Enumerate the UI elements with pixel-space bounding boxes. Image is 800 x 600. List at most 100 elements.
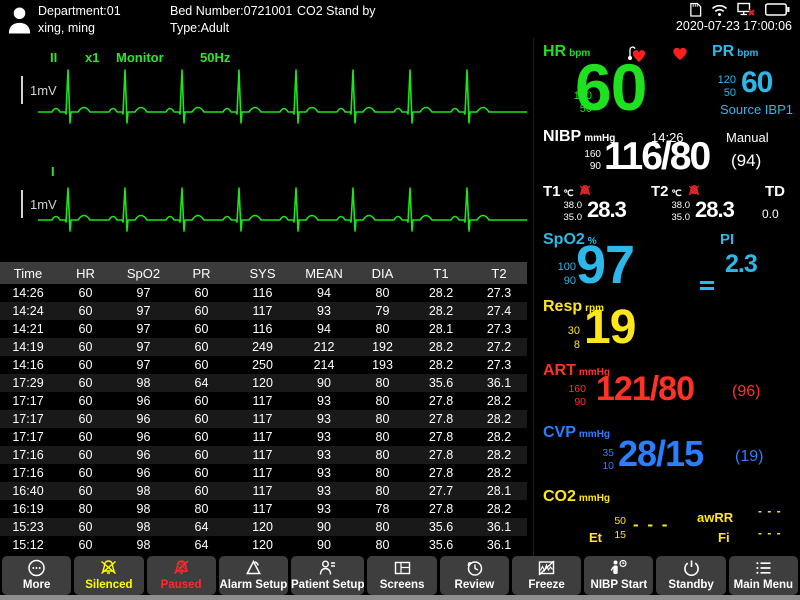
table-cell: 17:16 bbox=[12, 466, 44, 480]
resp-label: Resp bbox=[543, 298, 583, 315]
table-row[interactable]: 17:17 60 96 60 117 93 80 27.8 28.2 bbox=[0, 410, 527, 428]
patient-setup-icon bbox=[320, 560, 336, 575]
table-row[interactable]: 15:23 60 98 64 120 90 80 35.6 36.1 bbox=[0, 518, 527, 536]
pr-label: PR bbox=[712, 43, 735, 60]
table-cell: 80 bbox=[375, 448, 390, 462]
table-row[interactable]: 17:17 60 96 60 117 93 80 27.8 28.2 bbox=[0, 428, 527, 446]
table-cell: 97 bbox=[136, 358, 151, 372]
table-cell: 80 bbox=[375, 466, 390, 480]
table-cell: 27.3 bbox=[486, 322, 512, 336]
table-cell: 97 bbox=[136, 304, 151, 318]
table-row[interactable]: 16:19 80 98 80 117 93 78 27.8 28.2 bbox=[0, 500, 527, 518]
screens-icon bbox=[394, 561, 410, 575]
table-cell: 27.7 bbox=[428, 484, 454, 498]
table-cell: 60 bbox=[78, 520, 93, 534]
table-cell: 28.2 bbox=[486, 466, 512, 480]
top-bar[interactable]: Department:01 xing, ming Bed Number:0721… bbox=[0, 0, 800, 38]
table-cell: 60 bbox=[194, 358, 209, 372]
t1-high-limit: 38.0 bbox=[563, 200, 583, 211]
table-cell: 90 bbox=[317, 520, 331, 534]
table-row[interactable]: 17:16 60 96 60 117 93 80 27.8 28.2 bbox=[0, 464, 527, 482]
table-row[interactable]: 16:40 60 98 60 117 93 80 27.7 28.1 bbox=[0, 482, 527, 500]
patient-setup-button[interactable]: Patient Setup bbox=[291, 556, 365, 595]
table-cell: 60 bbox=[78, 304, 93, 318]
main-menu-button[interactable]: Main Menu bbox=[728, 556, 798, 595]
table-cell: 60 bbox=[78, 430, 93, 444]
table-row[interactable]: 17:16 60 96 60 117 93 80 27.8 28.2 bbox=[0, 446, 527, 464]
table-cell: 250 bbox=[252, 358, 273, 372]
main-menu-icon bbox=[756, 562, 771, 574]
art-value: 121/80 bbox=[596, 370, 695, 408]
table-cell: 27.8 bbox=[428, 412, 454, 426]
table-cell: 80 bbox=[375, 412, 390, 426]
trend-table-header: Time HR SpO2 PR SYS MEAN DIA T1 T2 bbox=[0, 262, 527, 284]
trend-table[interactable]: Time HR SpO2 PR SYS MEAN DIA T1 T2 14:26 60 97 60 11… bbox=[0, 262, 527, 554]
table-cell: 27.3 bbox=[486, 286, 512, 300]
table-cell: 16:19 bbox=[12, 502, 44, 516]
alarm-setup-button[interactable]: Alarm Setup bbox=[218, 556, 288, 595]
table-cell: 120 bbox=[252, 376, 273, 390]
column-header: HR bbox=[76, 265, 95, 281]
t2-label: T2 bbox=[651, 183, 669, 200]
trend-table-body: 14:26 60 97 60 116 94 80 28.2 27.3 14:24 60 97 60 117… bbox=[0, 284, 527, 554]
table-cell: 35.6 bbox=[428, 538, 454, 552]
silenced-button[interactable]: Silenced bbox=[74, 556, 144, 595]
table-cell: 60 bbox=[78, 286, 93, 300]
pr-unit: bpm bbox=[737, 48, 759, 59]
table-row[interactable]: 17:17 60 96 60 117 93 80 27.8 28.2 bbox=[0, 392, 527, 410]
table-cell: 60 bbox=[78, 376, 93, 390]
table-row[interactable]: 14:19 60 97 60 249 212 192 28.2 27.2 bbox=[0, 338, 527, 356]
nibp-start-button[interactable]: NIBP Start bbox=[584, 556, 654, 595]
table-cell: 98 bbox=[136, 520, 151, 534]
table-cell: 93 bbox=[317, 448, 331, 462]
table-row[interactable]: 14:26 60 97 60 116 94 80 28.2 27.3 bbox=[0, 284, 527, 302]
pi-label: PI bbox=[720, 231, 735, 248]
paused-icon bbox=[173, 560, 189, 575]
freeze-icon bbox=[538, 560, 555, 576]
table-cell: 93 bbox=[317, 484, 331, 498]
table-row[interactable]: 15:12 60 98 64 120 90 80 35.6 36.1 bbox=[0, 536, 527, 554]
table-cell: 117 bbox=[252, 484, 273, 498]
table-cell: 80 bbox=[78, 502, 93, 516]
table-cell: 80 bbox=[375, 484, 390, 498]
table-row[interactable]: 14:16 60 97 60 250 214 193 28.2 27.3 bbox=[0, 356, 527, 374]
battery-icon bbox=[765, 3, 790, 16]
standby-button[interactable]: Standby bbox=[656, 556, 726, 595]
table-cell: 27.3 bbox=[486, 358, 512, 372]
art-low-limit: 90 bbox=[574, 396, 586, 408]
table-row[interactable]: 17:29 60 98 64 120 90 80 35.6 36.1 bbox=[0, 374, 527, 392]
table-cell: 193 bbox=[372, 358, 393, 372]
table-cell: 60 bbox=[194, 484, 209, 498]
screens-button[interactable]: Screens bbox=[367, 556, 437, 595]
table-cell: 80 bbox=[375, 430, 390, 444]
ecg1-scale-bar bbox=[21, 76, 23, 104]
table-cell: 60 bbox=[194, 448, 209, 462]
table-cell: 117 bbox=[252, 502, 273, 516]
hr-value: 60 bbox=[575, 50, 647, 124]
table-row[interactable]: 14:21 60 97 60 116 94 80 28.1 27.3 bbox=[0, 320, 527, 338]
table-row[interactable]: 14:24 60 97 60 117 93 79 28.2 27.4 bbox=[0, 302, 527, 320]
table-cell: 27.8 bbox=[428, 448, 454, 462]
table-cell: 27.2 bbox=[486, 340, 512, 354]
patient-name: xing, ming bbox=[38, 21, 95, 35]
pr-value: 60 bbox=[741, 66, 773, 99]
t1-low-limit: 35.0 bbox=[563, 211, 583, 223]
table-cell: 117 bbox=[252, 448, 273, 462]
table-cell: 78 bbox=[375, 502, 390, 516]
column-header: SpO2 bbox=[126, 265, 161, 281]
co2-high-limit: 50 bbox=[614, 515, 626, 527]
table-cell: 60 bbox=[78, 484, 93, 498]
column-header: MEAN bbox=[305, 265, 343, 281]
table-cell: 28.2 bbox=[486, 448, 512, 462]
freeze-button[interactable]: Freeze bbox=[511, 556, 582, 595]
more-button[interactable]: More bbox=[2, 556, 72, 595]
table-cell: 60 bbox=[194, 412, 209, 426]
review-button[interactable]: Review bbox=[439, 556, 509, 595]
table-cell: 14:19 bbox=[12, 340, 44, 354]
sd-card-icon bbox=[689, 2, 702, 17]
t2-low-limit: 35.0 bbox=[671, 211, 691, 223]
table-cell: 60 bbox=[78, 538, 93, 552]
column-header: SYS bbox=[249, 265, 276, 281]
co2-label: CO2 bbox=[543, 488, 576, 505]
paused-button[interactable]: Paused bbox=[146, 556, 216, 595]
